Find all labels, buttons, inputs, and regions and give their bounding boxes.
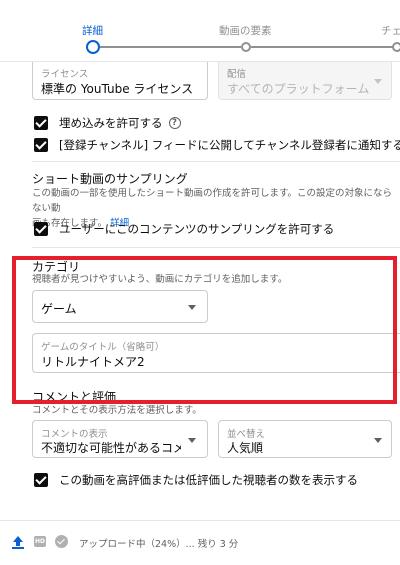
step-connector [251, 46, 400, 48]
chevron-down-icon [374, 79, 382, 84]
ratings-checkbox[interactable] [34, 473, 48, 487]
distribution-select: 配信 すべてのプラットフォーム [218, 62, 392, 100]
section-divider [32, 161, 400, 162]
comment-visibility-value: 不適切な可能性があるコメ... [41, 441, 181, 455]
comment-visibility-select[interactable]: コメントの表示 不適切な可能性があるコメ... [32, 420, 208, 458]
chevron-down-icon [374, 438, 382, 443]
ratings-checkbox-label: この動画を高評価または低評価した視聴者の数を表示する [59, 473, 358, 487]
license-value: 標準の YouTube ライセンス [41, 82, 194, 96]
upload-stepper: 詳細 動画の要素 チェ [0, 0, 400, 62]
embed-checkbox[interactable] [34, 116, 48, 130]
section-divider [32, 247, 400, 248]
comment-sort-select[interactable]: 並べ替え 人気順 [218, 420, 392, 458]
distribution-label: 配信 [227, 69, 247, 80]
ratings-checkbox-row[interactable]: この動画を高評価または低評価した視聴者の数を表示する [34, 471, 358, 489]
license-select[interactable]: ライセンス 標準の YouTube ライセンス [32, 62, 208, 100]
sampling-checkbox-label: ユーザーにこのコンテンツのサンプリングを許可する [59, 222, 335, 236]
step-details-label[interactable]: 詳細 [82, 23, 103, 38]
step-connector [100, 46, 241, 48]
step-checks-dot[interactable] [392, 42, 400, 52]
step-video-elements-label[interactable]: 動画の要素 [219, 23, 272, 38]
shorts-sampling-desc-line1: この動画の一部を使用したショート動画の作成を許可します。この設定の対象にならない… [32, 188, 393, 214]
comments-description: コメントとその表示方法を選択します。 [32, 405, 202, 416]
comment-sort-label: 並べ替え [227, 429, 266, 440]
upload-status-bar: HD アップロード中（24%）... 残り 3 分 [0, 520, 400, 565]
upload-status-text: アップロード中（24%）... 残り 3 分 [79, 539, 239, 550]
license-label: ライセンス [41, 69, 89, 80]
step-details-dot[interactable] [86, 40, 100, 54]
embed-checkbox-label: 埋め込みを許可する [59, 116, 163, 130]
hd-icon: HD [34, 536, 46, 547]
help-icon[interactable]: ? [168, 117, 181, 129]
upload-icon[interactable] [12, 536, 24, 550]
subscription-feed-checkbox-row[interactable]: [登録チャンネル] フィードに公開してチャンネル登録者に通知する [34, 136, 400, 154]
embed-checkbox-row[interactable]: 埋め込みを許可する ? [34, 114, 181, 132]
annotation-highlight-box [12, 256, 397, 404]
shorts-sampling-title: ショート動画のサンプリング [32, 172, 188, 186]
comment-visibility-label: コメントの表示 [41, 429, 108, 440]
subscription-feed-checkbox[interactable] [34, 138, 48, 152]
sampling-checkbox-row[interactable]: ユーザーにこのコンテンツのサンプリングを許可する [34, 220, 334, 238]
step-video-elements-dot[interactable] [241, 42, 251, 52]
comment-sort-value: 人気順 [227, 441, 264, 455]
distribution-value: すべてのプラットフォーム [227, 82, 370, 96]
sampling-checkbox[interactable] [34, 222, 48, 236]
check-circle-icon [55, 535, 68, 548]
subscription-feed-checkbox-label: [登録チャンネル] フィードに公開してチャンネル登録者に通知する [59, 138, 400, 152]
step-checks-label[interactable]: チェ [381, 23, 400, 38]
chevron-down-icon [188, 438, 196, 443]
